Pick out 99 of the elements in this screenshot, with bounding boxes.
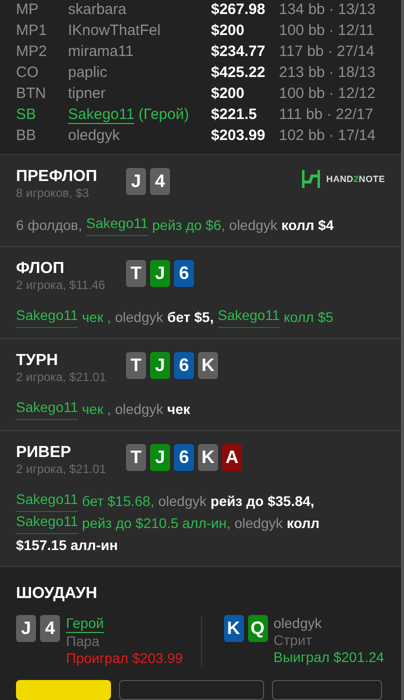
street-title: ТУРН [16,352,59,370]
player-stats: 12/11 [338,22,374,39]
player-bb: 213 bb [279,64,325,81]
player-link[interactable]: Sakego11 [16,490,78,512]
player-stack: $267.98 [211,1,266,18]
player-stats: 27/14 [336,43,374,60]
playing-card: J [150,352,170,379]
separator-dot: · [328,64,334,81]
player-stack: $234.77 [211,43,266,60]
separator-dot: · [328,1,334,18]
player-position: CO [16,64,40,81]
player-position: MP2 [16,43,48,60]
logo-text: HAND2NOTE [326,174,385,184]
player-stats: 17/14 [338,127,376,144]
logo-icon [302,170,320,188]
action-text: рейз до $210.5 алл-ин, [82,514,230,533]
playing-card: 4 [40,615,60,642]
secondary-button[interactable] [272,680,382,700]
player-position: MP [16,1,40,18]
player-position: BTN [16,85,47,102]
hand-combo: Пара [66,633,100,650]
playing-card: K [198,444,218,471]
player-name: mirama11 [68,43,134,60]
street-info: 2 игрока, $21.01 [16,370,107,384]
player-stack: $203.99 [211,127,266,144]
street-title: ФЛОП [16,260,66,278]
hero-tag: (Герой) [138,106,189,124]
separator-dot: · [328,127,334,144]
action-text: чек , [82,400,111,419]
player-bb: 100 bb [279,22,325,39]
player-bb: 111 bb [279,106,323,123]
playing-card: 6 [174,444,194,471]
playing-card: T [126,444,146,471]
player-name: paplic [68,64,108,81]
player-stats: 22/17 [336,106,374,123]
separator-dot: · [328,22,334,39]
player-name: IKnowThatFel [68,22,161,39]
player-link[interactable]: Sakego11 [218,306,280,328]
playing-card: J [126,168,146,195]
action-text: колл [286,514,320,533]
separator-dot: · [328,85,334,102]
player-stack: $200 [211,85,246,102]
player-position: MP1 [16,22,48,39]
separator-dot: · [326,106,332,123]
player-name[interactable]: Sakego11 [68,106,134,124]
player-bb: 100 bb [279,85,325,102]
player-position: SB [16,106,38,123]
playing-card: Q [248,615,268,642]
street-title: ПРЕФЛОП [16,168,98,186]
player-stack: $425.22 [211,64,266,81]
playing-card: J [16,615,36,642]
playing-card: 6 [174,260,194,287]
street-title: РИВЕР [16,444,72,462]
player-link[interactable]: Sakego11 [86,214,148,236]
player-stack: $200 [211,22,246,39]
player-name: tipner [68,85,106,102]
playing-card: J [150,444,170,471]
player-name: oledgyk [274,615,323,632]
action-text: колл $5 [284,308,334,327]
street-info: 2 игрока, $11.46 [16,278,106,292]
action-text: бет $5, [167,308,214,327]
player-bb: 102 bb [279,127,325,144]
hand-combo: Стрит [274,632,314,649]
action-text: чек , [82,308,111,327]
player-stats: 13/13 [338,1,376,18]
action-text: $157.15 алл-ин [16,536,118,555]
hand-result: Проиграл $203.99 [66,650,183,667]
player-stats: 12/12 [338,85,376,102]
player-name: skarbara [68,1,126,18]
street-info: 2 игрока, $21.01 [16,462,107,476]
secondary-button[interactable] [119,680,264,700]
player-link[interactable]: Sakego11 [16,306,78,328]
player-bb: 117 bb [279,43,324,60]
action-text: 6 фолдов, [16,216,82,235]
playing-card: K [198,352,218,379]
player-position: BB [16,127,38,144]
action-text: рейз до $35.84, [210,492,314,511]
playing-card: A [222,444,242,471]
player-stack: $221.5 [211,106,258,123]
playing-card: 6 [174,352,194,379]
showdown-title: ШОУДАУН [16,585,98,602]
playing-card: T [126,352,146,379]
playing-card: K [224,615,244,642]
hand-result: Выиграл $201.24 [274,649,384,666]
street-info: 8 игроков, $3 [16,186,90,200]
player-link[interactable]: Sakego11 [16,398,78,420]
player-stats: 18/13 [338,64,376,81]
action-text: бет $15.68, [82,492,154,511]
player-bb: 134 bb [279,1,325,18]
player-name[interactable]: Герой [66,615,104,633]
player-name: oledgyk [68,127,120,144]
playing-card: T [126,260,146,287]
playing-card: J [150,260,170,287]
playing-card: 4 [150,168,170,195]
action-text: чек [167,400,190,419]
player-link[interactable]: Sakego11 [16,512,78,534]
separator-dot: · [328,43,333,60]
action-text: рейз до $6, [152,216,226,235]
action-text: колл $4 [281,216,334,235]
